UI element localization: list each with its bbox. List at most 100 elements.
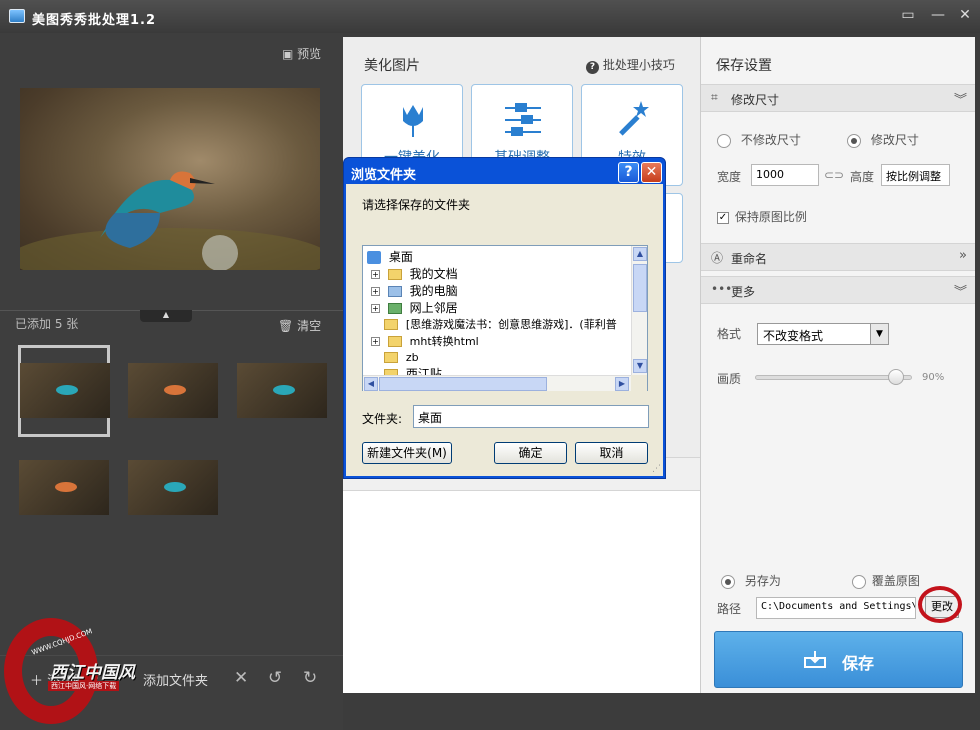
- path-input[interactable]: C:\Documents and Settings\: [756, 597, 916, 619]
- delete-icon[interactable]: ✕: [234, 668, 248, 688]
- highlight-circle: [918, 586, 962, 623]
- watermark-text: 西江中国风: [50, 663, 135, 683]
- expand-icon[interactable]: +: [371, 270, 380, 279]
- folder-icon: [387, 336, 402, 347]
- tree-label: zb: [405, 351, 419, 364]
- collapse-preview-button[interactable]: ▲: [140, 310, 192, 322]
- tips-link[interactable]: ? 批处理小技巧: [586, 56, 675, 74]
- folder-icon: [384, 352, 398, 363]
- more-icon: •••: [711, 282, 733, 296]
- expand-icon[interactable]: +: [371, 304, 380, 313]
- scroll-corner: [631, 375, 647, 391]
- add-folder-button[interactable]: 添加文件夹: [143, 670, 208, 689]
- thumbnail[interactable]: [19, 460, 109, 515]
- format-value: 不改变格式: [763, 329, 824, 343]
- radio-label: 不修改尺寸: [740, 133, 801, 147]
- section-resize[interactable]: ⌗ 修改尺寸 ︾: [701, 84, 975, 112]
- dialog-prompt: 请选择保存的文件夹: [362, 198, 471, 212]
- ok-button[interactable]: 确定: [494, 442, 567, 464]
- chevron-down-icon[interactable]: ▼: [870, 324, 888, 344]
- height-input[interactable]: 按比例调整: [881, 164, 950, 186]
- tree-label: 我的电脑: [409, 284, 458, 298]
- thumbnail[interactable]: [128, 363, 218, 418]
- horizontal-scrollbar[interactable]: ◀ ▶: [363, 375, 631, 391]
- clear-label: 清空: [297, 319, 322, 333]
- scroll-down-icon[interactable]: ▼: [633, 359, 647, 373]
- preview-label: 预览: [297, 47, 322, 61]
- tree-item-network[interactable]: + 网上邻居: [371, 299, 458, 316]
- tree-label: [思维游戏魔法书：创意思维游戏]．(菲利普: [405, 318, 617, 331]
- scroll-thumb[interactable]: [633, 264, 647, 312]
- format-select[interactable]: 不改变格式 ▼: [757, 323, 889, 345]
- vertical-scrollbar[interactable]: ▲ ▼: [631, 246, 647, 375]
- clear-button[interactable]: 🗑 清空: [278, 317, 321, 334]
- rotate-right-icon[interactable]: ↻: [303, 668, 317, 688]
- tree-item-my-documents[interactable]: + 我的文档: [371, 265, 458, 282]
- resize-radio[interactable]: 修改尺寸: [847, 131, 919, 148]
- section-title: 更多: [731, 285, 756, 299]
- expand-icon[interactable]: +: [371, 287, 380, 296]
- save-as-radio[interactable]: 另存为: [721, 572, 781, 589]
- rotate-left-icon[interactable]: ↺: [268, 668, 282, 688]
- rename-icon: Ⓐ: [711, 251, 724, 265]
- minimize-button[interactable]: —: [928, 6, 948, 24]
- expand-icon: »: [959, 248, 967, 263]
- width-input[interactable]: 1000: [751, 164, 819, 186]
- dialog-close-button[interactable]: ✕: [641, 162, 662, 183]
- tulip-icon: [403, 105, 423, 137]
- sliders-icon: [505, 103, 541, 136]
- preview-button[interactable]: ▣ 预览: [282, 45, 321, 62]
- added-count: 已添加 5 张: [15, 317, 79, 331]
- thumbnail[interactable]: [128, 460, 218, 515]
- tree-item-folder[interactable]: [思维游戏魔法书：创意思维游戏]．(菲利普: [384, 316, 617, 332]
- save-button[interactable]: [714, 631, 963, 688]
- tips-label: 批处理小技巧: [602, 58, 675, 72]
- scroll-thumb[interactable]: [379, 377, 547, 391]
- no-resize-radio[interactable]: 不修改尺寸: [717, 131, 801, 148]
- radio-label: 覆盖原图: [871, 574, 920, 588]
- preview-image: [10, 88, 330, 288]
- crop-icon: ⌗: [711, 90, 718, 104]
- expand-icon[interactable]: +: [371, 337, 380, 346]
- folder-tree[interactable]: 桌面 + 我的文档 + 我的电脑 + 网上邻居 [思维游戏魔法书：创意思维游戏]…: [362, 245, 648, 391]
- tree-label: mht转换html: [409, 335, 479, 348]
- kingfisher-illustration: [10, 171, 330, 288]
- folder-label: 文件夹:: [362, 412, 403, 426]
- documents-icon: [387, 269, 402, 280]
- quality-value: 90%: [922, 372, 945, 383]
- overwrite-radio[interactable]: 覆盖原图: [852, 572, 920, 589]
- thumbnail[interactable]: [237, 363, 327, 418]
- dialog-title: 浏览文件夹: [351, 168, 417, 183]
- network-icon: [387, 303, 402, 314]
- close-button[interactable]: ✕: [955, 6, 975, 24]
- scroll-left-icon[interactable]: ◀: [364, 377, 378, 391]
- scroll-right-icon[interactable]: ▶: [615, 377, 629, 391]
- keep-ratio-checkbox[interactable]: ✓ 保持原图比例: [717, 208, 807, 225]
- quality-label: 画质: [717, 372, 742, 386]
- new-folder-button[interactable]: 新建文件夹(M): [362, 442, 452, 464]
- help-icon: ?: [586, 61, 599, 74]
- section-title: 重命名: [731, 252, 768, 266]
- tree-item-folder[interactable]: zb: [384, 350, 419, 364]
- trash-icon: 🗑: [278, 319, 294, 333]
- tree-item-my-computer[interactable]: + 我的电脑: [371, 282, 458, 299]
- app-title: 美图秀秀批处理1.2: [32, 13, 157, 28]
- link-icon[interactable]: ⊂⊃: [824, 168, 844, 182]
- checkbox-label: 保持原图比例: [734, 210, 807, 224]
- resize-grip-icon[interactable]: ⋰: [652, 464, 661, 474]
- tree-item-desktop[interactable]: 桌面: [367, 248, 413, 265]
- tree-label: 桌面: [388, 250, 413, 264]
- scroll-up-icon[interactable]: ▲: [633, 247, 647, 261]
- magic-wand-icon: [619, 101, 649, 136]
- cancel-button[interactable]: 取消: [575, 442, 648, 464]
- folder-icon: [384, 319, 398, 330]
- tree-item-folder[interactable]: + mht转换html: [371, 333, 479, 349]
- feedback-icon[interactable]: ▭: [898, 6, 918, 24]
- folder-input[interactable]: 桌面: [413, 405, 649, 428]
- computer-icon: [387, 286, 402, 297]
- help-button[interactable]: ?: [618, 162, 639, 183]
- section-more[interactable]: ••• 更多 ︾: [701, 276, 975, 304]
- section-rename[interactable]: Ⓐ 重命名 »: [701, 243, 975, 271]
- save-icon: [804, 651, 826, 668]
- thumbnail[interactable]: [20, 363, 110, 418]
